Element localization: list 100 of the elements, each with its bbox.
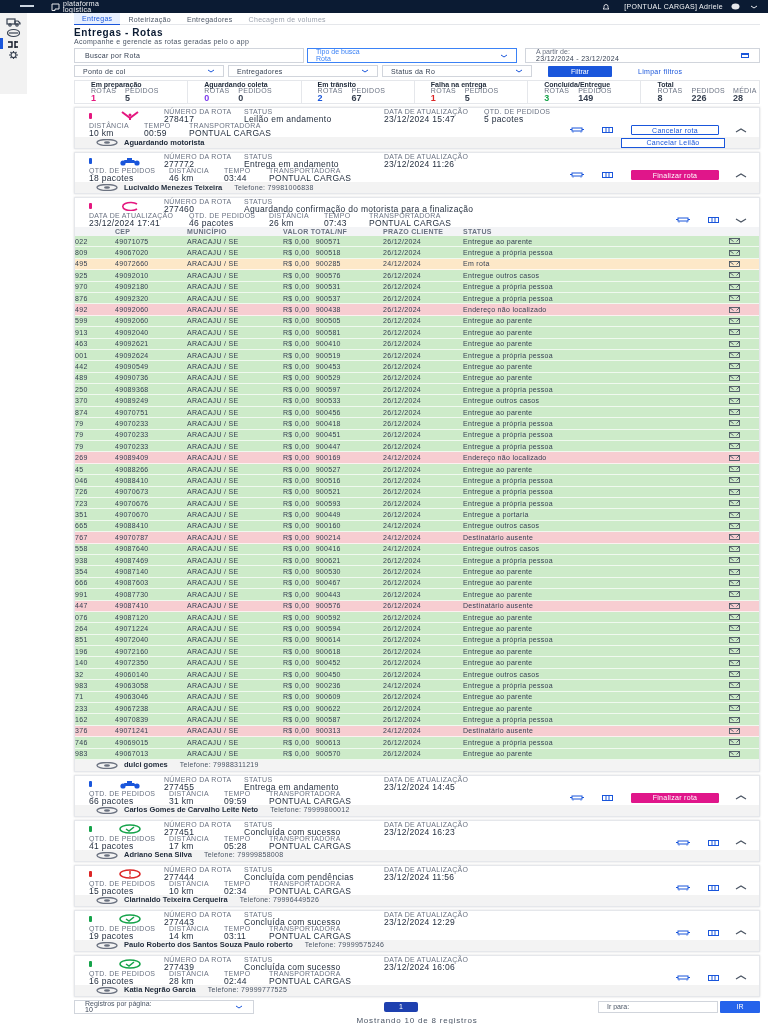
ticket-icon[interactable]: [729, 260, 740, 267]
ticket-icon[interactable]: [729, 739, 740, 746]
ticket-icon[interactable]: [729, 431, 740, 438]
chevron-up-icon[interactable]: [735, 172, 747, 178]
ticket-icon[interactable]: [729, 295, 740, 302]
ticket-icon[interactable]: [729, 545, 740, 552]
ticket-icon[interactable]: [729, 625, 740, 632]
stat-value: 0: [204, 94, 210, 103]
status-stripe: [89, 780, 92, 787]
ticket-icon[interactable]: [729, 238, 740, 245]
table-icon[interactable]: [708, 974, 719, 981]
field-value: PONTUAL CARGAS: [369, 219, 452, 227]
table-icon[interactable]: [708, 884, 719, 891]
steering-wheel-icon: [96, 941, 118, 949]
stat-value: 149: [578, 94, 594, 103]
field-value: 17 km: [169, 841, 194, 850]
status-stripe: [89, 915, 92, 922]
field-value: 23/12/2024 14:45: [384, 782, 455, 791]
ticket-icon[interactable]: [729, 363, 740, 370]
ticket-icon[interactable]: [729, 659, 740, 666]
ticket-icon[interactable]: [729, 272, 740, 279]
menu-icon[interactable]: [20, 5, 34, 8]
ticket-icon[interactable]: [729, 557, 740, 564]
ticket-icon[interactable]: [729, 352, 740, 359]
ticket-icon[interactable]: [729, 317, 740, 324]
ticket-icon[interactable]: [729, 340, 740, 347]
field-value: PONTUAL CARGAS: [269, 174, 352, 182]
ticket-icon[interactable]: [729, 283, 740, 290]
ticket-icon[interactable]: [729, 705, 740, 712]
ticket-icon[interactable]: [729, 374, 740, 381]
ticket-icon[interactable]: [729, 306, 740, 313]
field-value: 46 km: [169, 174, 194, 182]
ticket-icon[interactable]: [729, 420, 740, 427]
ticket-icon[interactable]: [729, 500, 740, 507]
check-icon: [119, 958, 141, 969]
field-value: 10 km: [169, 886, 194, 895]
ticket-icon[interactable]: [729, 716, 740, 723]
ticket-icon[interactable]: [729, 477, 740, 484]
field-value: 277455: [164, 782, 195, 791]
ticket-icon[interactable]: [729, 568, 740, 575]
ticket-icon[interactable]: [729, 728, 740, 734]
stat-value: 67: [351, 94, 362, 103]
ticket-icon[interactable]: [729, 591, 740, 598]
table-icon[interactable]: [602, 172, 613, 178]
field-value: 5 pacotes: [484, 115, 524, 123]
table-icon[interactable]: [708, 929, 719, 936]
ticket-icon[interactable]: [729, 671, 740, 678]
ticket-icon[interactable]: [729, 249, 740, 256]
field-value: Concluída com sucesso: [244, 962, 341, 971]
ticket-icon[interactable]: [729, 522, 740, 529]
field-value: 31 km: [169, 796, 194, 805]
ticket-icon[interactable]: [729, 534, 740, 541]
ticket-icon[interactable]: [729, 443, 740, 450]
ticket-icon[interactable]: [729, 409, 740, 416]
status-stripe: [89, 870, 92, 877]
ticket-icon[interactable]: [729, 488, 740, 495]
field-value: 23/12/2024 11:26: [384, 160, 455, 168]
ticket-icon[interactable]: [729, 648, 740, 655]
chevron-up-icon[interactable]: [735, 975, 747, 981]
chevron-up-icon[interactable]: [735, 840, 747, 846]
logo-icon: [51, 2, 60, 11]
ticket-icon[interactable]: [729, 386, 740, 393]
chevron-up-icon[interactable]: [735, 795, 747, 801]
field-value: 07:43: [324, 219, 347, 227]
records-summary: Mostrando 10 de 8 registros: [356, 1015, 478, 1024]
field-value: PONTUAL CARGAS: [269, 841, 352, 850]
ticket-icon[interactable]: [729, 397, 740, 404]
check-icon: [119, 823, 141, 834]
stat-value: 28: [733, 94, 744, 103]
chevron-up-icon[interactable]: [735, 930, 747, 936]
ticket-icon[interactable]: [729, 454, 740, 461]
field-value: 03:44: [224, 174, 247, 182]
route-icon[interactable]: [6, 38, 21, 49]
field-value: Concluída com pendências: [244, 872, 354, 881]
field-value: PONTUAL CARGAS: [269, 931, 352, 940]
gear-icon[interactable]: [6, 49, 21, 60]
avatar-icon[interactable]: [731, 3, 740, 10]
ticket-icon[interactable]: [729, 329, 740, 336]
ticket-icon[interactable]: [729, 579, 740, 586]
table-icon[interactable]: [602, 127, 613, 133]
bell-icon[interactable]: [602, 3, 611, 10]
chevron-up-icon[interactable]: [735, 885, 747, 891]
ticket-icon[interactable]: [729, 693, 740, 700]
ticket-icon[interactable]: [729, 466, 740, 472]
ticket-icon[interactable]: [729, 602, 740, 609]
steering-wheel-icon: [96, 896, 118, 904]
ticket-icon[interactable]: [729, 682, 740, 689]
field-value: 23/12/2024 15:47: [384, 115, 455, 123]
field-value: 02:44: [224, 976, 247, 985]
ticket-icon[interactable]: [729, 636, 740, 643]
ticket-icon[interactable]: [729, 511, 740, 518]
ticket-icon[interactable]: [729, 750, 740, 757]
chevron-up-icon[interactable]: [735, 127, 747, 133]
table-icon[interactable]: [708, 217, 719, 223]
chevron-down-icon[interactable]: [735, 217, 747, 223]
ticket-icon[interactable]: [729, 614, 740, 621]
field-value: 10 km: [89, 129, 114, 137]
table-icon[interactable]: [602, 794, 613, 801]
field-value: 26 km: [269, 219, 294, 227]
table-icon[interactable]: [708, 839, 719, 846]
